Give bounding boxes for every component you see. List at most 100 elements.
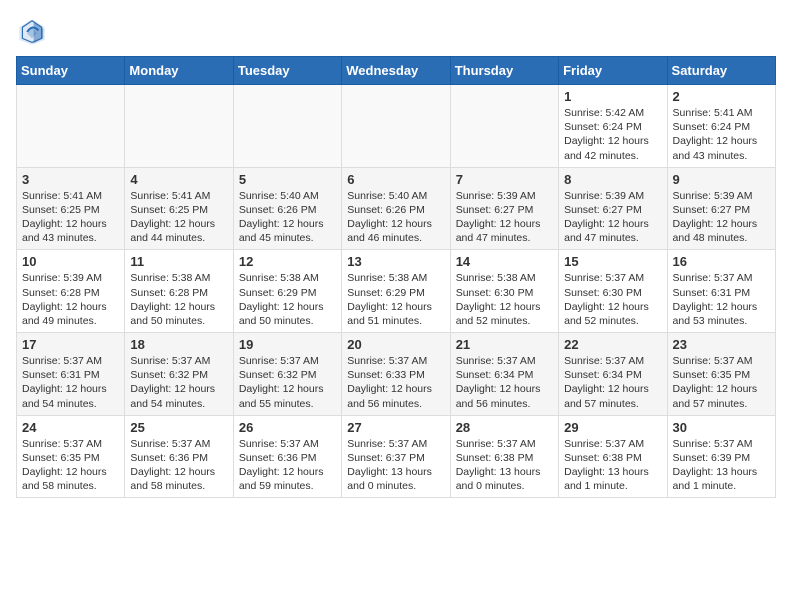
day-info: Sunrise: 5:37 AM Sunset: 6:36 PM Dayligh… <box>239 437 336 494</box>
weekday-header-thursday: Thursday <box>450 57 558 85</box>
page-header <box>16 16 776 48</box>
day-number: 7 <box>456 172 553 187</box>
day-number: 9 <box>673 172 770 187</box>
day-number: 6 <box>347 172 444 187</box>
day-info: Sunrise: 5:38 AM Sunset: 6:29 PM Dayligh… <box>239 271 336 328</box>
calendar-cell <box>233 85 341 168</box>
calendar-cell: 30 Sunrise: 5:37 AM Sunset: 6:39 PM Dayli… <box>667 415 775 498</box>
day-number: 24 <box>22 420 119 435</box>
day-info: Sunrise: 5:41 AM Sunset: 6:24 PM Dayligh… <box>673 106 770 163</box>
day-info: Sunrise: 5:37 AM Sunset: 6:37 PM Dayligh… <box>347 437 444 494</box>
day-info: Sunrise: 5:38 AM Sunset: 6:29 PM Dayligh… <box>347 271 444 328</box>
day-number: 14 <box>456 254 553 269</box>
calendar-cell: 5 Sunrise: 5:40 AM Sunset: 6:26 PM Daylig… <box>233 167 341 250</box>
calendar-cell: 20 Sunrise: 5:37 AM Sunset: 6:33 PM Dayli… <box>342 333 450 416</box>
day-number: 19 <box>239 337 336 352</box>
day-info: Sunrise: 5:39 AM Sunset: 6:28 PM Dayligh… <box>22 271 119 328</box>
day-info: Sunrise: 5:39 AM Sunset: 6:27 PM Dayligh… <box>456 189 553 246</box>
day-info: Sunrise: 5:37 AM Sunset: 6:30 PM Dayligh… <box>564 271 661 328</box>
calendar-cell: 3 Sunrise: 5:41 AM Sunset: 6:25 PM Daylig… <box>17 167 125 250</box>
weekday-header-friday: Friday <box>559 57 667 85</box>
day-info: Sunrise: 5:37 AM Sunset: 6:34 PM Dayligh… <box>456 354 553 411</box>
calendar-cell: 19 Sunrise: 5:37 AM Sunset: 6:32 PM Dayli… <box>233 333 341 416</box>
day-number: 17 <box>22 337 119 352</box>
calendar-cell: 13 Sunrise: 5:38 AM Sunset: 6:29 PM Dayli… <box>342 250 450 333</box>
day-number: 2 <box>673 89 770 104</box>
day-number: 4 <box>130 172 227 187</box>
day-info: Sunrise: 5:37 AM Sunset: 6:32 PM Dayligh… <box>130 354 227 411</box>
calendar-table: SundayMondayTuesdayWednesdayThursdayFrid… <box>16 56 776 498</box>
day-number: 21 <box>456 337 553 352</box>
day-number: 16 <box>673 254 770 269</box>
day-number: 10 <box>22 254 119 269</box>
calendar-cell: 9 Sunrise: 5:39 AM Sunset: 6:27 PM Daylig… <box>667 167 775 250</box>
day-number: 15 <box>564 254 661 269</box>
day-info: Sunrise: 5:37 AM Sunset: 6:33 PM Dayligh… <box>347 354 444 411</box>
day-number: 20 <box>347 337 444 352</box>
day-number: 29 <box>564 420 661 435</box>
weekday-header-sunday: Sunday <box>17 57 125 85</box>
calendar-cell: 22 Sunrise: 5:37 AM Sunset: 6:34 PM Dayli… <box>559 333 667 416</box>
day-number: 11 <box>130 254 227 269</box>
day-number: 13 <box>347 254 444 269</box>
calendar-cell: 18 Sunrise: 5:37 AM Sunset: 6:32 PM Dayli… <box>125 333 233 416</box>
calendar-cell <box>17 85 125 168</box>
day-number: 12 <box>239 254 336 269</box>
day-info: Sunrise: 5:39 AM Sunset: 6:27 PM Dayligh… <box>673 189 770 246</box>
day-info: Sunrise: 5:37 AM Sunset: 6:39 PM Dayligh… <box>673 437 770 494</box>
weekday-header-row: SundayMondayTuesdayWednesdayThursdayFrid… <box>17 57 776 85</box>
calendar-cell: 4 Sunrise: 5:41 AM Sunset: 6:25 PM Daylig… <box>125 167 233 250</box>
calendar-cell: 17 Sunrise: 5:37 AM Sunset: 6:31 PM Dayli… <box>17 333 125 416</box>
logo-icon <box>16 16 48 48</box>
day-number: 1 <box>564 89 661 104</box>
day-info: Sunrise: 5:37 AM Sunset: 6:34 PM Dayligh… <box>564 354 661 411</box>
day-number: 27 <box>347 420 444 435</box>
calendar-cell: 16 Sunrise: 5:37 AM Sunset: 6:31 PM Dayli… <box>667 250 775 333</box>
calendar-cell: 27 Sunrise: 5:37 AM Sunset: 6:37 PM Dayli… <box>342 415 450 498</box>
day-number: 3 <box>22 172 119 187</box>
calendar-cell: 24 Sunrise: 5:37 AM Sunset: 6:35 PM Dayli… <box>17 415 125 498</box>
calendar-week-3: 10 Sunrise: 5:39 AM Sunset: 6:28 PM Dayli… <box>17 250 776 333</box>
day-number: 23 <box>673 337 770 352</box>
calendar-cell <box>125 85 233 168</box>
day-number: 28 <box>456 420 553 435</box>
calendar-cell: 14 Sunrise: 5:38 AM Sunset: 6:30 PM Dayli… <box>450 250 558 333</box>
day-info: Sunrise: 5:38 AM Sunset: 6:30 PM Dayligh… <box>456 271 553 328</box>
calendar-cell: 26 Sunrise: 5:37 AM Sunset: 6:36 PM Dayli… <box>233 415 341 498</box>
calendar-cell: 25Sunrise: 5:37 AM Sunset: 6:36 PM Dayli… <box>125 415 233 498</box>
day-info: Sunrise: 5:37 AM Sunset: 6:31 PM Dayligh… <box>673 271 770 328</box>
day-info: Sunrise: 5:37 AM Sunset: 6:35 PM Dayligh… <box>22 437 119 494</box>
calendar-cell: 11Sunrise: 5:38 AM Sunset: 6:28 PM Dayli… <box>125 250 233 333</box>
calendar-cell: 1 Sunrise: 5:42 AM Sunset: 6:24 PM Daylig… <box>559 85 667 168</box>
day-info: Sunrise: 5:37 AM Sunset: 6:32 PM Dayligh… <box>239 354 336 411</box>
calendar-cell: 15 Sunrise: 5:37 AM Sunset: 6:30 PM Dayli… <box>559 250 667 333</box>
calendar-cell <box>450 85 558 168</box>
day-info: Sunrise: 5:37 AM Sunset: 6:35 PM Dayligh… <box>673 354 770 411</box>
day-number: 18 <box>130 337 227 352</box>
day-info: Sunrise: 5:40 AM Sunset: 6:26 PM Dayligh… <box>239 189 336 246</box>
day-info: Sunrise: 5:41 AM Sunset: 6:25 PM Dayligh… <box>130 189 227 246</box>
weekday-header-saturday: Saturday <box>667 57 775 85</box>
weekday-header-monday: Monday <box>125 57 233 85</box>
calendar-cell: 23 Sunrise: 5:37 AM Sunset: 6:35 PM Dayli… <box>667 333 775 416</box>
day-info: Sunrise: 5:40 AM Sunset: 6:26 PM Dayligh… <box>347 189 444 246</box>
day-number: 8 <box>564 172 661 187</box>
calendar-cell: 10 Sunrise: 5:39 AM Sunset: 6:28 PM Dayli… <box>17 250 125 333</box>
day-info: Sunrise: 5:39 AM Sunset: 6:27 PM Dayligh… <box>564 189 661 246</box>
calendar-cell: 28 Sunrise: 5:37 AM Sunset: 6:38 PM Dayli… <box>450 415 558 498</box>
calendar-week-1: 1 Sunrise: 5:42 AM Sunset: 6:24 PM Daylig… <box>17 85 776 168</box>
day-number: 22 <box>564 337 661 352</box>
calendar-cell: 21 Sunrise: 5:37 AM Sunset: 6:34 PM Dayli… <box>450 333 558 416</box>
day-number: 30 <box>673 420 770 435</box>
calendar-cell <box>342 85 450 168</box>
day-info: Sunrise: 5:37 AM Sunset: 6:38 PM Dayligh… <box>564 437 661 494</box>
day-number: 26 <box>239 420 336 435</box>
calendar-cell: 7 Sunrise: 5:39 AM Sunset: 6:27 PM Daylig… <box>450 167 558 250</box>
day-info: Sunrise: 5:37 AM Sunset: 6:31 PM Dayligh… <box>22 354 119 411</box>
day-info: Sunrise: 5:37 AM Sunset: 6:38 PM Dayligh… <box>456 437 553 494</box>
day-info: Sunrise: 5:42 AM Sunset: 6:24 PM Dayligh… <box>564 106 661 163</box>
calendar-week-5: 24 Sunrise: 5:37 AM Sunset: 6:35 PM Dayli… <box>17 415 776 498</box>
day-info: Sunrise: 5:41 AM Sunset: 6:25 PM Dayligh… <box>22 189 119 246</box>
logo <box>16 16 52 48</box>
day-number: 5 <box>239 172 336 187</box>
